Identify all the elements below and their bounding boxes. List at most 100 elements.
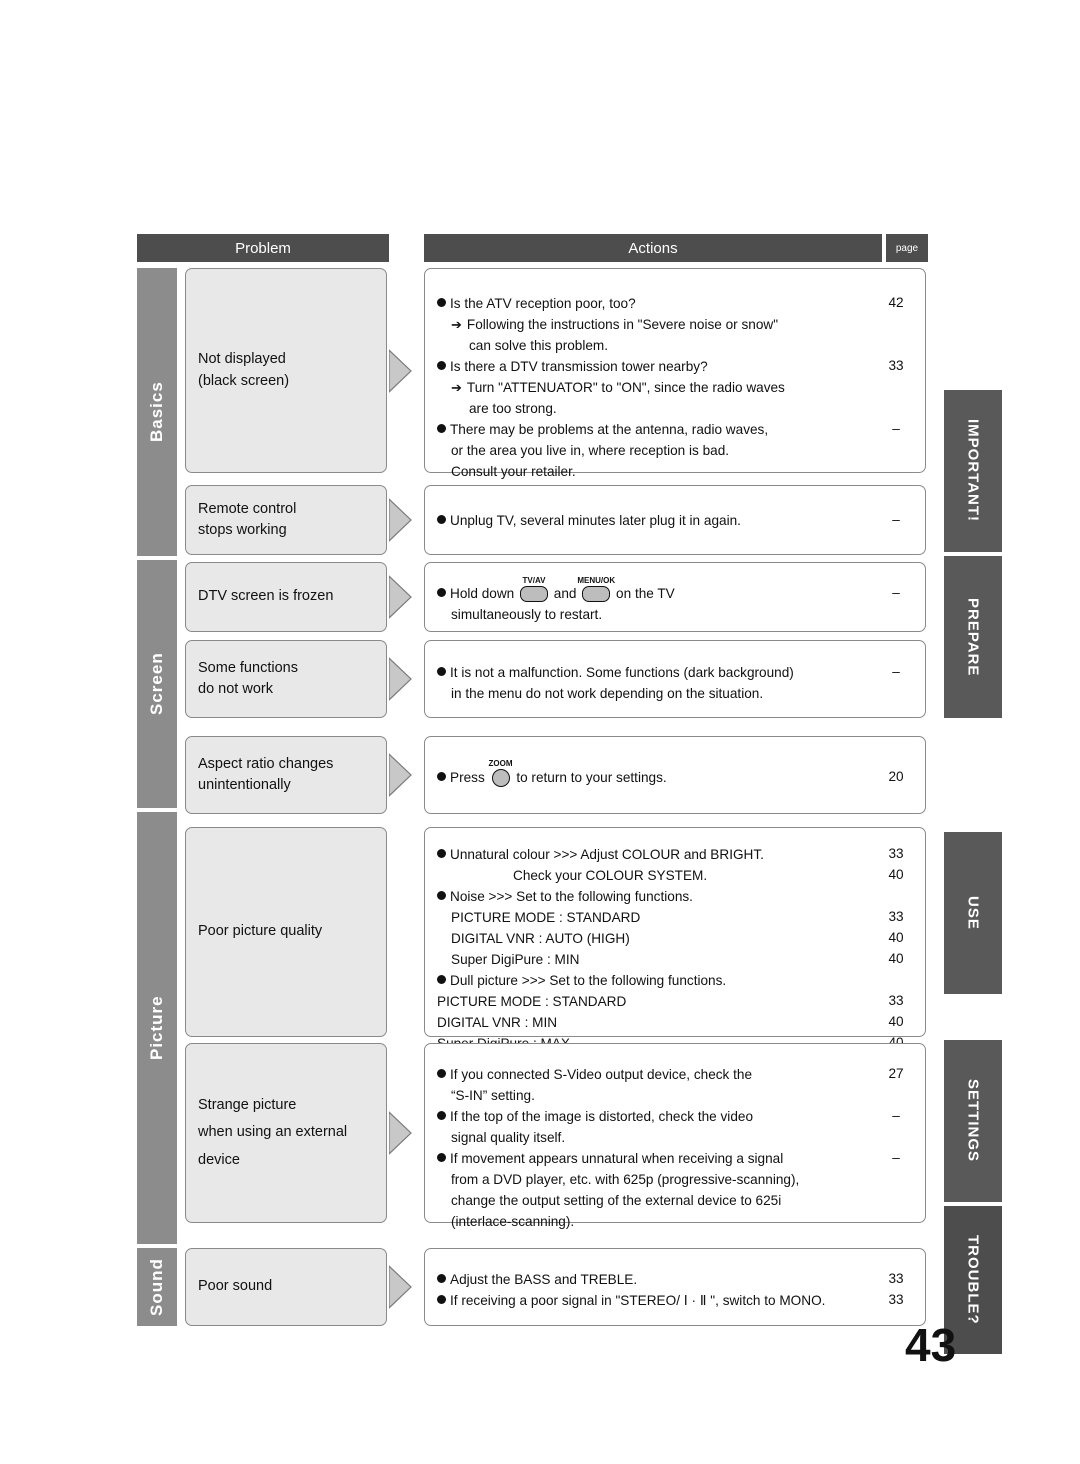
problem-line-1: Aspect ratio changes (198, 755, 334, 772)
bullet-icon (437, 849, 446, 858)
action-text: Unnatural colour >>> Adjust COLOUR and B… (450, 847, 764, 862)
bullet-icon (437, 667, 446, 676)
actions-box-strange-picture: If you connected S-Video output device, … (424, 1043, 926, 1229)
tab-use[interactable]: USE (944, 832, 1002, 994)
problem-line-2: unintentionally (198, 777, 291, 793)
column-header-actions: Actions (424, 234, 882, 262)
action-text: or the area you live in, where reception… (451, 443, 730, 458)
bullet-icon (437, 975, 446, 984)
action-text-pre: Press (450, 770, 485, 785)
problem-line-2: stops working (198, 522, 287, 538)
problem-box-aspect-ratio: Aspect ratio changes unintentionally (185, 736, 387, 814)
bullet-icon (437, 588, 446, 597)
arrow-icon (389, 1110, 423, 1156)
page-ref: – (892, 585, 900, 600)
action-text: Unplug TV, several minutes later plug it… (450, 513, 741, 528)
page-ref: 40 (888, 951, 904, 966)
tab-important[interactable]: IMPORTANT! (944, 390, 1002, 552)
category-basics: Basics (137, 268, 177, 556)
page-ref: 42 (888, 295, 904, 310)
action-text: PICTURE MODE : STANDARD (451, 910, 641, 925)
bullet-icon (437, 515, 446, 524)
page-ref: – (892, 1150, 900, 1165)
action-text: DIGITAL VNR : AUTO (HIGH) (451, 931, 630, 946)
zoom-button-icon: ZOOM (489, 759, 513, 788)
action-text: Super DigiPure : MIN (451, 952, 580, 967)
action-text: Dull picture >>> Set to the following fu… (450, 973, 727, 988)
column-header-problem: Problem (137, 234, 389, 262)
action-text: Is there a DTV transmission tower nearby… (450, 359, 708, 374)
action-text-post: to return to your settings. (516, 770, 667, 785)
arrow-right-icon: ➔ (451, 317, 462, 332)
action-text: (interlace-scanning). (451, 1214, 575, 1229)
page-ref: 33 (888, 993, 904, 1008)
page-ref: 33 (888, 1292, 904, 1307)
page-ref: 33 (888, 846, 904, 861)
tab-settings[interactable]: SETTINGS (944, 1040, 1002, 1202)
problem-line-1: DTV screen is frozen (198, 588, 334, 605)
category-sound: Sound (137, 1248, 177, 1326)
bullet-icon (437, 1295, 446, 1304)
action-text-post: on the TV (616, 586, 675, 601)
action-text: Following the instructions in "Severe no… (466, 317, 779, 332)
page-ref: – (892, 664, 900, 679)
category-screen: Screen (137, 560, 177, 808)
menu-ok-label: MENU/OK (577, 576, 616, 586)
actions-box-some-functions: It is not a malfunction. Some functions … (424, 640, 926, 718)
page-ref: 40 (888, 930, 904, 945)
problem-line-1: Poor picture quality (198, 923, 323, 940)
page-ref: 20 (888, 769, 904, 784)
problem-line-1: Remote control (198, 500, 297, 517)
bullet-icon (437, 1069, 446, 1078)
page-ref: – (892, 512, 900, 527)
action-text: If movement appears unnatural when recei… (450, 1151, 784, 1166)
action-text: If the top of the image is distorted, ch… (450, 1109, 754, 1124)
problem-line-1: Strange picture (198, 1097, 297, 1114)
actions-box-remote-control: Unplug TV, several minutes later plug it… (424, 485, 926, 555)
category-picture: Picture (137, 812, 177, 1244)
problem-line-1: Not displayed (198, 351, 286, 368)
arrow-icon (389, 348, 423, 394)
problem-line-2: do not work (198, 681, 273, 697)
tv-av-button-icon: TV/AV (520, 576, 549, 603)
action-text-mid: and (553, 586, 577, 601)
action-text: Is the ATV reception poor, too? (450, 296, 636, 311)
problem-box-poor-sound: Poor sound (185, 1248, 387, 1326)
problem-line-3: device (198, 1151, 240, 1168)
bullet-icon (437, 298, 446, 307)
actions-box-not-displayed: Is the ATV reception poor, too? 42 ➔ Foll… (424, 268, 926, 479)
action-text: DIGITAL VNR : MIN (437, 1015, 558, 1030)
arrow-icon (389, 497, 423, 543)
action-text-pre: Hold down (450, 586, 515, 601)
bullet-icon (437, 1274, 446, 1283)
action-text: Consult your retailer. (451, 464, 576, 479)
action-text: Check your COLOUR SYSTEM. (513, 868, 708, 883)
page-ref: 33 (888, 1271, 904, 1286)
page-ref: 33 (888, 909, 904, 924)
bullet-icon (437, 891, 446, 900)
page-ref: 40 (888, 867, 904, 882)
bullet-icon (437, 1111, 446, 1120)
manual-page: Problem Actions page Basics Screen Pictu… (0, 0, 1080, 1464)
action-text: Noise >>> Set to the following functions… (450, 889, 693, 904)
action-text: Turn "ATTENUATOR" to "ON", since the rad… (466, 380, 785, 395)
action-text: can solve this problem. (469, 338, 609, 353)
problem-box-remote-control: Remote control stops working (185, 485, 387, 555)
problem-line-1: Poor sound (198, 1278, 273, 1295)
bullet-icon (437, 424, 446, 433)
action-text: from a DVD player, etc. with 625p (progr… (451, 1172, 800, 1187)
problem-box-strange-picture: Strange picture when using an external d… (185, 1043, 387, 1223)
action-text: There may be problems at the antenna, ra… (450, 422, 769, 437)
tv-av-label: TV/AV (522, 576, 546, 586)
actions-box-poor-picture: Unnatural colour >>> Adjust COLOUR and B… (424, 827, 926, 1051)
action-text: in the menu do not work depending on the… (451, 686, 764, 701)
problem-box-dtv-frozen: DTV screen is frozen (185, 562, 387, 632)
problem-line-2: (black screen) (198, 372, 290, 389)
bullet-icon (437, 1153, 446, 1162)
action-text: If receiving a poor signal in "STEREO/ Ⅰ… (450, 1293, 826, 1308)
actions-box-poor-sound: Adjust the BASS and TREBLE. 33 If receiv… (424, 1248, 926, 1326)
page-ref: 27 (888, 1066, 904, 1081)
arrow-icon (389, 574, 423, 620)
tab-prepare[interactable]: PREPARE (944, 556, 1002, 718)
page-ref: – (892, 1108, 900, 1123)
